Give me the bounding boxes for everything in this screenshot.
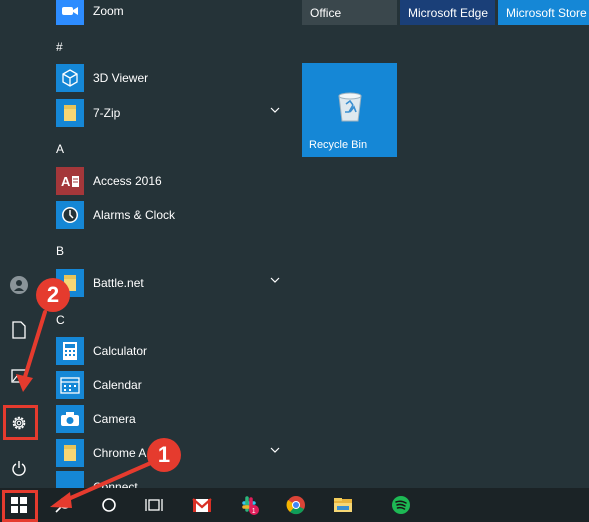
step-badge-2: 2	[36, 278, 70, 312]
arrow-to-start	[64, 460, 155, 502]
arrow-head-icon	[16, 374, 33, 392]
annotation-arrows	[16, 310, 155, 508]
arrow-to-settings	[22, 310, 47, 382]
step-badge-1: 1	[147, 438, 181, 472]
arrow-head-icon	[50, 492, 72, 508]
